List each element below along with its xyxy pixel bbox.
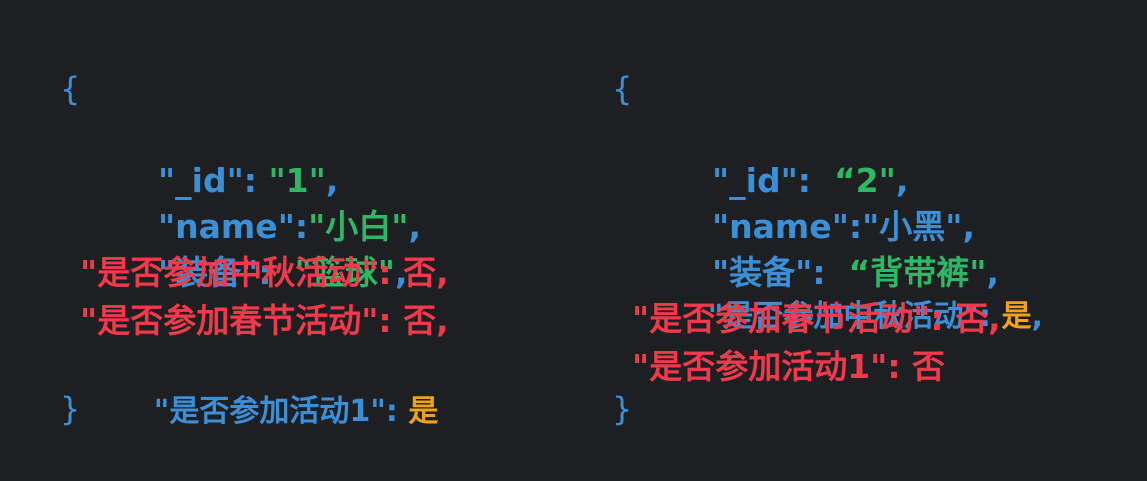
right-equip-line: "装备": “背带裤",	[666, 204, 999, 292]
left-id-line: "_id": "1",	[112, 112, 338, 200]
right-json-block: { "_id": “2", "name":"小黑", "装备": “背带裤", …	[560, 0, 1120, 464]
right-mid-autumn-comma: ,	[1031, 299, 1043, 334]
left-equip-line: "装备": "篮球",	[112, 204, 408, 292]
right-mid-autumn-line: "是否参加中秋活动": 是,	[666, 248, 1043, 334]
left-spring-line: "是否参加春节活动": 否,	[80, 301, 449, 340]
right-mid-autumn-value: 是	[1001, 299, 1032, 334]
left-json-block: { "_id": "1", "name":"小白", "装备": "篮球", "…	[0, 0, 560, 464]
right-name-line: "name":"小黑",	[666, 158, 975, 246]
right-close-brace: }	[612, 390, 633, 428]
left-activity1-value: 是	[408, 394, 439, 429]
left-close-brace: }	[60, 390, 81, 428]
right-open-brace: {	[612, 70, 633, 108]
right-spring-line: "是否参加春节活动": 否,	[632, 299, 1001, 338]
left-name-comma: ,	[408, 207, 422, 246]
left-activity1-key: "是否参加活动1"	[153, 394, 386, 429]
left-activity1-sep: :	[385, 394, 409, 429]
right-id-line: "_id": “2",	[666, 112, 908, 200]
left-name-line: "name":"小白",	[112, 158, 421, 246]
right-activity1-line: "是否参加活动1": 否	[632, 347, 946, 386]
left-mid-autumn-line: "是否参加中秋活动": 否,	[80, 253, 449, 292]
left-open-brace: {	[60, 70, 81, 108]
left-activity1-line: "是否参加活动1": 是	[112, 343, 439, 429]
